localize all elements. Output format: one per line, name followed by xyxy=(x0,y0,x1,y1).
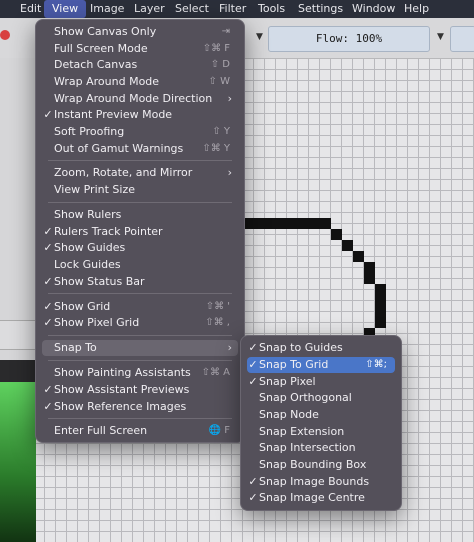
menu-item-show-pixel-grid[interactable]: ✓ Show Pixel Grid ⇧⌘ , xyxy=(42,315,238,331)
chevron-right-icon: › xyxy=(227,92,232,105)
pixel-cell xyxy=(375,295,386,306)
menu-item-show-canvas-only[interactable]: Show Canvas Only ⇥ xyxy=(42,24,238,40)
checkmark-icon: ✓ xyxy=(248,375,258,388)
menu-select[interactable]: Select xyxy=(175,0,209,18)
checkmark-icon: ✓ xyxy=(248,341,258,354)
pixel-cell xyxy=(298,218,309,229)
checkmark-icon: ✓ xyxy=(43,275,53,288)
menu-item-view-print-size[interactable]: View Print Size xyxy=(42,182,238,198)
snap-item-pixel[interactable]: ✓ Snap Pixel xyxy=(247,374,395,390)
chevron-right-icon: › xyxy=(227,166,232,179)
pixel-cell xyxy=(287,218,298,229)
checkmark-icon: ✓ xyxy=(43,241,53,254)
menu-separator xyxy=(48,418,232,419)
menu-settings[interactable]: Settings xyxy=(298,0,343,18)
snap-item-guides[interactable]: ✓ Snap to Guides xyxy=(247,340,395,356)
color-selector[interactable] xyxy=(0,382,36,542)
menu-item-soft-proofing[interactable]: Soft Proofing ⇧ Y xyxy=(42,124,238,140)
menu-item-full-screen-mode[interactable]: Full Screen Mode ⇧⌘ F xyxy=(42,41,238,57)
checkmark-icon: ✓ xyxy=(248,491,258,504)
pixel-cell xyxy=(364,262,375,273)
checkmark-icon: ✓ xyxy=(248,358,258,371)
menu-item-instant-preview[interactable]: ✓ Instant Preview Mode xyxy=(42,107,238,123)
snap-item-bounding-box[interactable]: Snap Bounding Box xyxy=(247,457,395,473)
snap-item-intersection[interactable]: Snap Intersection xyxy=(247,440,395,456)
docker-header xyxy=(0,360,36,382)
pixel-cell xyxy=(254,218,265,229)
pixel-cell xyxy=(364,273,375,284)
snap-item-image-bounds[interactable]: ✓ Snap Image Bounds xyxy=(247,474,395,490)
menu-bar: Edit View Image Layer Select Filter Tool… xyxy=(0,0,474,18)
menu-tools[interactable]: Tools xyxy=(258,0,285,18)
checkmark-icon: ✓ xyxy=(43,316,53,329)
record-icon[interactable] xyxy=(0,30,10,40)
flow-field[interactable]: Flow: 100% xyxy=(268,26,430,52)
spin-field[interactable] xyxy=(450,26,474,52)
pixel-cell xyxy=(331,229,342,240)
menu-item-wrap-around-mode[interactable]: Wrap Around Mode ⇧ W xyxy=(42,74,238,90)
menu-help[interactable]: Help xyxy=(404,0,429,18)
pixel-cell xyxy=(320,218,331,229)
menu-edit[interactable]: Edit xyxy=(20,0,41,18)
snap-item-image-centre[interactable]: ✓ Snap Image Centre xyxy=(247,490,395,506)
menu-item-snap-to[interactable]: Snap To › xyxy=(42,340,238,356)
menu-filter[interactable]: Filter xyxy=(219,0,246,18)
pixel-cell xyxy=(353,251,364,262)
checkmark-icon: ✓ xyxy=(43,400,53,413)
menu-item-show-grid[interactable]: ✓ Show Grid ⇧⌘ ' xyxy=(42,299,238,315)
pixel-cell xyxy=(375,317,386,328)
menu-item-lock-guides[interactable]: Lock Guides xyxy=(42,257,238,273)
menu-item-show-rulers[interactable]: Show Rulers xyxy=(42,207,238,223)
pixel-cell xyxy=(375,284,386,295)
menu-separator xyxy=(48,360,232,361)
menu-item-detach-canvas[interactable]: Detach Canvas ⇧ D xyxy=(42,57,238,73)
pixel-cell xyxy=(375,306,386,317)
snap-item-orthogonal[interactable]: Snap Orthogonal xyxy=(247,390,395,406)
menu-item-zoom-rotate-mirror[interactable]: Zoom, Rotate, and Mirror › xyxy=(42,165,238,181)
checkmark-icon: ✓ xyxy=(43,300,53,313)
menu-item-show-reference-images[interactable]: ✓ Show Reference Images xyxy=(42,399,238,415)
snap-item-node[interactable]: Snap Node xyxy=(247,407,395,423)
pixel-cell xyxy=(276,218,287,229)
menu-item-show-painting-assistants[interactable]: Show Painting Assistants ⇧⌘ A xyxy=(42,365,238,381)
menu-layer[interactable]: Layer xyxy=(134,0,165,18)
menu-separator xyxy=(48,335,232,336)
menu-separator xyxy=(48,160,232,161)
menu-item-wrap-around-direction[interactable]: Wrap Around Mode Direction › xyxy=(42,91,238,107)
menu-item-out-of-gamut[interactable]: Out of Gamut Warnings ⇧⌘ Y xyxy=(42,141,238,157)
chevron-down-icon[interactable]: ▼ xyxy=(437,32,444,42)
docker-tabs[interactable] xyxy=(0,320,36,350)
chevron-right-icon: › xyxy=(227,341,232,354)
snap-item-extension[interactable]: Snap Extension xyxy=(247,424,395,440)
menu-separator xyxy=(48,202,232,203)
menu-item-show-guides[interactable]: ✓ Show Guides xyxy=(42,240,238,256)
pixel-cell xyxy=(342,240,353,251)
menu-item-enter-full-screen[interactable]: Enter Full Screen 🌐 F xyxy=(42,423,238,439)
pixel-cell xyxy=(309,218,320,229)
menu-window[interactable]: Window xyxy=(352,0,395,18)
snap-to-submenu: ✓ Snap to Guides ✓ Snap To Grid ⇧⌘; ✓ Snap P… xyxy=(240,335,402,511)
menu-view[interactable]: View xyxy=(44,0,87,18)
menu-item-show-status-bar[interactable]: ✓ Show Status Bar xyxy=(42,274,238,290)
checkmark-icon: ✓ xyxy=(43,225,53,238)
snap-item-grid[interactable]: ✓ Snap To Grid ⇧⌘; xyxy=(247,357,395,373)
pixel-cell xyxy=(265,218,276,229)
checkmark-icon: ✓ xyxy=(43,108,53,121)
checkmark-icon: ✓ xyxy=(43,383,53,396)
view-menu: Show Canvas Only ⇥ Full Screen Mode ⇧⌘ F D… xyxy=(35,19,245,443)
chevron-down-icon[interactable]: ▼ xyxy=(256,32,263,42)
menu-image[interactable]: Image xyxy=(90,0,124,18)
menu-item-show-assistant-previews[interactable]: ✓ Show Assistant Previews xyxy=(42,382,238,398)
menu-item-rulers-track-pointer[interactable]: ✓ Rulers Track Pointer xyxy=(42,224,238,240)
menu-separator xyxy=(48,293,232,294)
checkmark-icon: ✓ xyxy=(248,475,258,488)
